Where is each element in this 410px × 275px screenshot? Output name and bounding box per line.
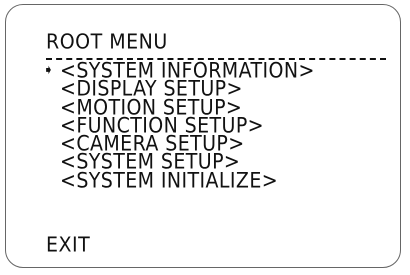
menu-title: ROOT MENU bbox=[46, 30, 168, 54]
menu-item-system-initialize[interactable]: <SYSTEM INITIALIZE> bbox=[0, 168, 410, 194]
menu-item-label: <SYSTEM INITIALIZE> bbox=[60, 168, 279, 194]
arrow-right-icon: ➧ bbox=[43, 63, 55, 78]
exit-menu-item[interactable]: EXIT bbox=[46, 233, 90, 257]
menu-list: ➧ <SYSTEM INFORMATION> <DISPLAY SETUP> <… bbox=[0, 60, 410, 194]
